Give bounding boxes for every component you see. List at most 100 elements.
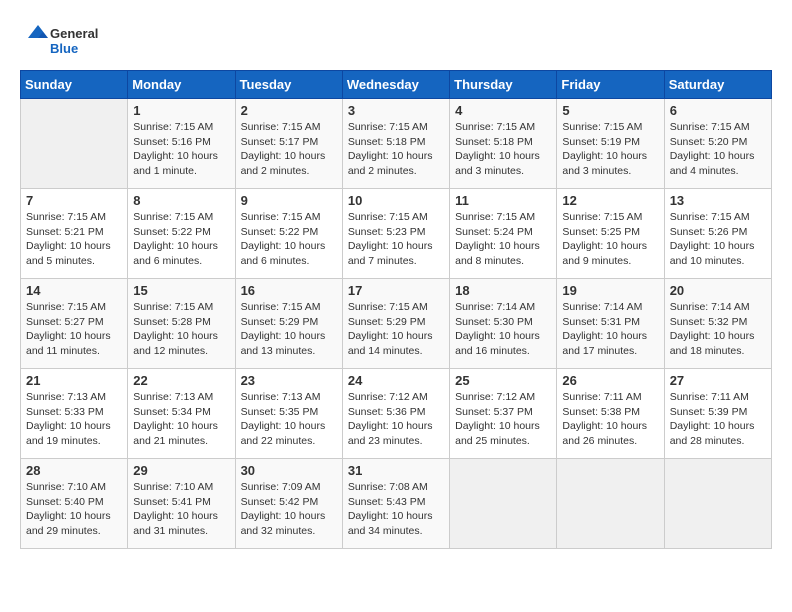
day-number: 27: [670, 373, 766, 388]
calendar-cell: 15 Sunrise: 7:15 AM Sunset: 5:28 PM Dayli…: [128, 279, 235, 369]
calendar-cell: 21 Sunrise: 7:13 AM Sunset: 5:33 PM Dayli…: [21, 369, 128, 459]
day-info: Sunrise: 7:15 AM Sunset: 5:24 PM Dayligh…: [455, 210, 551, 269]
day-info: Sunrise: 7:15 AM Sunset: 5:25 PM Dayligh…: [562, 210, 658, 269]
calendar-cell: 27 Sunrise: 7:11 AM Sunset: 5:39 PM Dayli…: [664, 369, 771, 459]
day-number: 16: [241, 283, 337, 298]
day-number: 12: [562, 193, 658, 208]
day-info: Sunrise: 7:15 AM Sunset: 5:18 PM Dayligh…: [348, 120, 444, 179]
day-number: 10: [348, 193, 444, 208]
day-info: Sunrise: 7:15 AM Sunset: 5:22 PM Dayligh…: [241, 210, 337, 269]
day-info: Sunrise: 7:15 AM Sunset: 5:17 PM Dayligh…: [241, 120, 337, 179]
day-number: 3: [348, 103, 444, 118]
day-number: 4: [455, 103, 551, 118]
day-number: 2: [241, 103, 337, 118]
calendar-cell: 10 Sunrise: 7:15 AM Sunset: 5:23 PM Dayli…: [342, 189, 449, 279]
svg-text:Blue: Blue: [50, 41, 78, 56]
calendar-cell: 6Sunrise: 7:15 AM Sunset: 5:20 PM Daylig…: [664, 99, 771, 189]
day-info: Sunrise: 7:15 AM Sunset: 5:20 PM Dayligh…: [670, 120, 766, 179]
day-info: Sunrise: 7:14 AM Sunset: 5:32 PM Dayligh…: [670, 300, 766, 359]
calendar-cell: 11 Sunrise: 7:15 AM Sunset: 5:24 PM Dayli…: [450, 189, 557, 279]
day-info: Sunrise: 7:15 AM Sunset: 5:28 PM Dayligh…: [133, 300, 229, 359]
calendar-cell: 2 Sunrise: 7:15 AM Sunset: 5:17 PM Daylig…: [235, 99, 342, 189]
day-info: Sunrise: 7:14 AM Sunset: 5:30 PM Dayligh…: [455, 300, 551, 359]
day-info: Sunrise: 7:13 AM Sunset: 5:34 PM Dayligh…: [133, 390, 229, 449]
calendar-cell: 26 Sunrise: 7:11 AM Sunset: 5:38 PM Dayli…: [557, 369, 664, 459]
calendar-column-wednesday: Wednesday: [342, 71, 449, 99]
day-info: Sunrise: 7:11 AM Sunset: 5:38 PM Dayligh…: [562, 390, 658, 449]
day-info: Sunrise: 7:08 AM Sunset: 5:43 PM Dayligh…: [348, 480, 444, 539]
day-info: Sunrise: 7:15 AM Sunset: 5:27 PM Dayligh…: [26, 300, 122, 359]
day-number: 26: [562, 373, 658, 388]
day-info: Sunrise: 7:15 AM Sunset: 5:29 PM Dayligh…: [241, 300, 337, 359]
calendar-cell: 17 Sunrise: 7:15 AM Sunset: 5:29 PM Dayli…: [342, 279, 449, 369]
day-info: Sunrise: 7:10 AM Sunset: 5:40 PM Dayligh…: [26, 480, 122, 539]
calendar-cell: 19Sunrise: 7:14 AM Sunset: 5:31 PM Dayli…: [557, 279, 664, 369]
calendar-cell: [21, 99, 128, 189]
day-number: 13: [670, 193, 766, 208]
logo-svg: General Blue: [20, 20, 110, 60]
day-info: Sunrise: 7:15 AM Sunset: 5:23 PM Dayligh…: [348, 210, 444, 269]
calendar-column-monday: Monday: [128, 71, 235, 99]
day-number: 20: [670, 283, 766, 298]
calendar-cell: 14Sunrise: 7:15 AM Sunset: 5:27 PM Dayli…: [21, 279, 128, 369]
calendar-week-row: 1Sunrise: 7:15 AM Sunset: 5:16 PM Daylig…: [21, 99, 772, 189]
day-number: 18: [455, 283, 551, 298]
calendar-cell: 1Sunrise: 7:15 AM Sunset: 5:16 PM Daylig…: [128, 99, 235, 189]
calendar-cell: 29Sunrise: 7:10 AM Sunset: 5:41 PM Dayli…: [128, 459, 235, 549]
calendar-cell: 28 Sunrise: 7:10 AM Sunset: 5:40 PM Dayli…: [21, 459, 128, 549]
calendar-cell: 25 Sunrise: 7:12 AM Sunset: 5:37 PM Dayli…: [450, 369, 557, 459]
calendar-header-row: SundayMondayTuesdayWednesdayThursdayFrid…: [21, 71, 772, 99]
svg-text:General: General: [50, 26, 98, 41]
calendar-week-row: 28 Sunrise: 7:10 AM Sunset: 5:40 PM Dayli…: [21, 459, 772, 549]
calendar-column-saturday: Saturday: [664, 71, 771, 99]
calendar-cell: 22 Sunrise: 7:13 AM Sunset: 5:34 PM Dayli…: [128, 369, 235, 459]
day-number: 9: [241, 193, 337, 208]
calendar-cell: 30Sunrise: 7:09 AM Sunset: 5:42 PM Dayli…: [235, 459, 342, 549]
calendar-cell: 3 Sunrise: 7:15 AM Sunset: 5:18 PM Daylig…: [342, 99, 449, 189]
day-number: 28: [26, 463, 122, 478]
day-number: 25: [455, 373, 551, 388]
day-info: Sunrise: 7:15 AM Sunset: 5:22 PM Dayligh…: [133, 210, 229, 269]
calendar-cell: 13 Sunrise: 7:15 AM Sunset: 5:26 PM Dayli…: [664, 189, 771, 279]
day-info: Sunrise: 7:09 AM Sunset: 5:42 PM Dayligh…: [241, 480, 337, 539]
calendar-cell: [450, 459, 557, 549]
day-number: 15: [133, 283, 229, 298]
day-number: 22: [133, 373, 229, 388]
calendar-week-row: 7Sunrise: 7:15 AM Sunset: 5:21 PM Daylig…: [21, 189, 772, 279]
day-info: Sunrise: 7:15 AM Sunset: 5:16 PM Dayligh…: [133, 120, 229, 179]
calendar-cell: 20 Sunrise: 7:14 AM Sunset: 5:32 PM Dayli…: [664, 279, 771, 369]
day-number: 29: [133, 463, 229, 478]
calendar-cell: 4Sunrise: 7:15 AM Sunset: 5:18 PM Daylig…: [450, 99, 557, 189]
day-info: Sunrise: 7:14 AM Sunset: 5:31 PM Dayligh…: [562, 300, 658, 359]
day-info: Sunrise: 7:13 AM Sunset: 5:35 PM Dayligh…: [241, 390, 337, 449]
day-number: 11: [455, 193, 551, 208]
day-number: 8: [133, 193, 229, 208]
calendar-cell: [557, 459, 664, 549]
calendar-table: SundayMondayTuesdayWednesdayThursdayFrid…: [20, 70, 772, 549]
calendar-week-row: 14Sunrise: 7:15 AM Sunset: 5:27 PM Dayli…: [21, 279, 772, 369]
calendar-week-row: 21 Sunrise: 7:13 AM Sunset: 5:33 PM Dayli…: [21, 369, 772, 459]
day-info: Sunrise: 7:15 AM Sunset: 5:29 PM Dayligh…: [348, 300, 444, 359]
calendar-column-sunday: Sunday: [21, 71, 128, 99]
calendar-cell: 18 Sunrise: 7:14 AM Sunset: 5:30 PM Dayli…: [450, 279, 557, 369]
calendar-cell: [664, 459, 771, 549]
day-number: 21: [26, 373, 122, 388]
day-number: 24: [348, 373, 444, 388]
calendar-cell: 16 Sunrise: 7:15 AM Sunset: 5:29 PM Dayli…: [235, 279, 342, 369]
day-number: 31: [348, 463, 444, 478]
day-info: Sunrise: 7:13 AM Sunset: 5:33 PM Dayligh…: [26, 390, 122, 449]
page-header: General Blue: [20, 20, 772, 60]
calendar-column-thursday: Thursday: [450, 71, 557, 99]
calendar-cell: 9 Sunrise: 7:15 AM Sunset: 5:22 PM Daylig…: [235, 189, 342, 279]
calendar-cell: 5 Sunrise: 7:15 AM Sunset: 5:19 PM Daylig…: [557, 99, 664, 189]
calendar-cell: 12 Sunrise: 7:15 AM Sunset: 5:25 PM Dayli…: [557, 189, 664, 279]
calendar-cell: 7Sunrise: 7:15 AM Sunset: 5:21 PM Daylig…: [21, 189, 128, 279]
day-info: Sunrise: 7:15 AM Sunset: 5:26 PM Dayligh…: [670, 210, 766, 269]
day-info: Sunrise: 7:11 AM Sunset: 5:39 PM Dayligh…: [670, 390, 766, 449]
day-number: 7: [26, 193, 122, 208]
calendar-column-tuesday: Tuesday: [235, 71, 342, 99]
day-info: Sunrise: 7:15 AM Sunset: 5:19 PM Dayligh…: [562, 120, 658, 179]
day-info: Sunrise: 7:12 AM Sunset: 5:37 PM Dayligh…: [455, 390, 551, 449]
day-number: 17: [348, 283, 444, 298]
day-number: 5: [562, 103, 658, 118]
